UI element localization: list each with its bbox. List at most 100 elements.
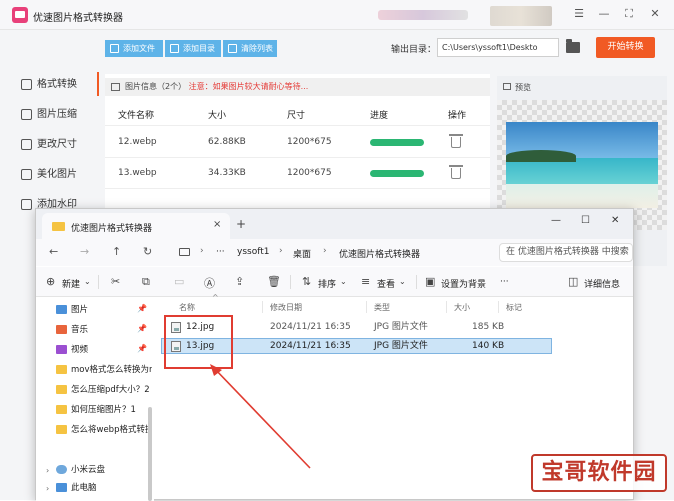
preview-label: 预览 [515,83,531,92]
breadcrumb-chevron-icon: › [200,246,204,256]
sort-up-icon: ^ [212,293,219,302]
menu-icon[interactable]: ☰ [572,7,586,21]
file-type: JPG 图片文件 [374,341,428,351]
sidebar-item-label: 更改尺寸 [37,139,77,150]
new-tab-icon[interactable]: + [236,217,246,231]
add-file-button[interactable]: 添加文件 [105,40,163,57]
maximize-icon[interactable]: ☐ [581,215,590,226]
add-folder-icon [170,44,179,53]
file-name: 13.webp [118,168,157,178]
new-button[interactable]: 新建 [62,277,80,290]
compress-icon [21,109,32,120]
folder-icon [56,425,67,434]
image-info-warning: 注意：如果图片较大请耐心等待... [188,82,309,91]
breadcrumb-more[interactable]: ··· [216,247,225,257]
fullscreen-icon[interactable]: ⛶ [622,7,636,21]
cut-icon[interactable]: ✂ [111,275,120,288]
app-titlebar: 优速图片格式转换器 ☰ — ⛶ ✕ [0,0,674,30]
sidebar-item-format-convert[interactable]: 格式转换 [20,76,100,94]
nav-item-folder[interactable]: mov格式怎么转换为n [56,362,152,378]
breadcrumb-yssoft1[interactable]: yssoft1 [237,247,269,257]
pin-icon[interactable]: 📌 [137,304,147,313]
nav-item-this-pc[interactable]: 此电脑 [56,480,152,496]
start-convert-button[interactable]: 开始转换 [596,37,655,58]
nav-item-label: 此电脑 [71,483,97,493]
preview-image [506,122,658,208]
set-wallpaper-button[interactable]: 设置为背景 [441,277,486,290]
watermark-icon [21,199,32,210]
expand-chevron-icon[interactable]: › [46,466,49,475]
col-header-tags[interactable]: 标记 [506,302,522,313]
expand-chevron-icon[interactable]: › [46,484,49,493]
rename-icon[interactable]: Ⓐ [204,275,215,291]
close-tab-icon[interactable]: × [213,219,221,230]
details-button[interactable]: 详细信息 [584,277,620,290]
refresh-icon[interactable]: ↻ [143,245,152,258]
file-type: JPG 图片文件 [374,322,428,332]
explorer-navbar: ← → ↑ ↻ › ··· yssoft1 › 桌面 › 优速图片格式转换器 在… [36,239,633,266]
resize-icon [21,139,32,150]
videos-icon [56,345,67,354]
breadcrumb-folder[interactable]: 优速图片格式转换器 [339,247,420,260]
share-icon[interactable]: ⇪ [235,275,244,288]
up-icon[interactable]: ↑ [112,245,121,258]
close-icon[interactable]: ✕ [611,215,619,226]
col-header-action: 操作 [448,111,467,121]
nav-pane-scrollbar[interactable] [148,407,152,501]
forward-icon[interactable]: → [80,245,89,258]
beautify-icon [21,169,32,180]
breadcrumb-desktop[interactable]: 桌面 [293,247,311,260]
delete-icon[interactable]: 🗑 [267,275,281,288]
sidebar-item-label: 美化图片 [37,169,77,180]
col-header-date[interactable]: 修改日期 [270,302,302,313]
nav-item-folder[interactable]: 怎么压缩pdf大小？2 [56,382,152,398]
image-info-bar: 图片信息（2个） 注意：如果图片较大请耐心等待... [105,78,490,96]
add-file-label: 添加文件 [123,44,155,53]
file-dims: 1200*675 [287,137,332,147]
col-header-type[interactable]: 类型 [374,302,390,313]
add-folder-button[interactable]: 添加目录 [165,40,221,57]
close-icon[interactable]: ✕ [648,7,662,21]
explorer-tab[interactable]: 优速图片格式转换器 × [42,213,230,239]
output-dir-field[interactable]: C:\Users\yssoft1\Deskto [437,38,559,57]
explorer-search-input[interactable]: 在 优速图片格式转换器 中搜索 [499,243,633,262]
computer-icon[interactable] [179,248,190,256]
cloud-icon [56,465,67,474]
delete-icon[interactable] [449,134,463,148]
folder-icon [56,365,67,374]
folder-icon [52,222,65,231]
music-icon [56,325,67,334]
computer-icon [56,483,67,492]
copy-icon[interactable]: ⧉ [142,275,150,289]
divider [98,275,99,289]
sidebar-item-label: 格式转换 [37,79,77,90]
sidebar-item-compress[interactable]: 图片压缩 [20,106,100,124]
nav-item-folder[interactable]: 如何压缩图片？1 [56,402,152,418]
clear-list-button[interactable]: 清除列表 [223,40,277,57]
delete-icon[interactable] [449,165,463,179]
pictures-icon [56,305,67,314]
col-header-name[interactable]: 名称 [179,302,195,313]
nav-item-xiaomi-cloud[interactable]: 小米云盘 [56,462,152,478]
chevron-down-icon: ⌄ [399,277,406,286]
view-button[interactable]: 查看 [377,277,395,290]
file-date: 2024/11/21 16:35 [270,341,351,351]
sort-button[interactable]: 排序 [318,277,336,290]
pin-icon[interactable]: 📌 [137,324,147,333]
more-button[interactable]: ··· [500,277,509,287]
nav-item-folder[interactable]: 怎么将webp格式转换 [56,422,152,438]
col-header-size[interactable]: 大小 [454,302,470,313]
minimize-icon[interactable]: — [597,7,611,21]
nav-item-label: 音乐 [71,325,89,335]
clear-list-label: 清除列表 [241,44,273,53]
browse-folder-icon[interactable] [566,39,580,53]
minimize-icon[interactable]: — [551,215,561,226]
sidebar-item-resize[interactable]: 更改尺寸 [20,136,100,154]
paste-icon[interactable]: ▭ [174,275,184,288]
col-header-dims: 尺寸 [287,111,306,121]
back-icon[interactable]: ← [49,245,58,258]
pin-icon[interactable]: 📌 [137,344,147,353]
sidebar-item-beautify[interactable]: 美化图片 [20,166,100,184]
progress-bar [370,139,424,146]
preview-icon [503,83,511,90]
